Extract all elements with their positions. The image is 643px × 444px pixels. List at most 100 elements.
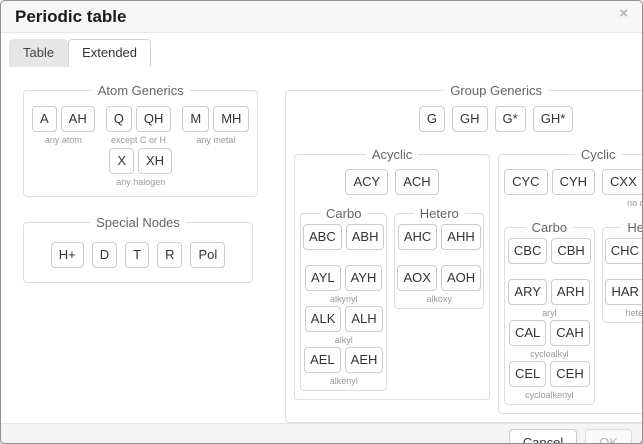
button-cxx[interactable]: CXX [602, 169, 643, 195]
button-xh[interactable]: XH [138, 148, 172, 174]
button-ayl[interactable]: AYL [305, 265, 341, 291]
button-group: CYC CYH [504, 169, 595, 209]
group-generics-fieldset: Group Generics G GH G* GH* Acyclic ACY A… [285, 83, 643, 423]
dialog-content: Atom Generics A AH any atom Q QH [1, 67, 642, 423]
button-cbh[interactable]: CBH [551, 238, 590, 264]
acyclic-carbo-legend: Carbo [320, 206, 367, 221]
button-cah[interactable]: CAH [550, 320, 589, 346]
button-acy[interactable]: ACY [345, 169, 388, 195]
dialog-footer: Cancel OK [1, 423, 642, 444]
group-caption: any metal [196, 135, 235, 146]
close-icon[interactable]: × [619, 7, 628, 21]
button-ahh[interactable]: AHH [441, 224, 480, 250]
acyclic-carbo-groups: ABC ABH AYL AYH [303, 224, 384, 388]
cyclic-fieldset: Cyclic CYC CYH CXX [498, 147, 643, 414]
special-nodes-fieldset: Special Nodes H+ D T R Pol [23, 215, 253, 283]
cyclic-hetero-legend: Hetero [621, 220, 643, 235]
button-ceh[interactable]: CEH [550, 361, 589, 387]
button-chc[interactable]: CHC [605, 238, 643, 264]
button-har[interactable]: HAR [605, 279, 643, 305]
button-group: M MH any metal [182, 106, 249, 146]
cyclic-top-row: CYC CYH CXX CXH no carbon [504, 169, 643, 209]
button-r[interactable]: R [157, 242, 182, 268]
button-alh[interactable]: ALH [345, 306, 382, 332]
atom-generics-legend: Atom Generics [92, 83, 190, 98]
button-mh[interactable]: MH [213, 106, 249, 132]
group-caption: except C or H [111, 135, 166, 146]
button-pair: AYL AYH [305, 265, 382, 291]
left-column: Atom Generics A AH any atom Q QH [23, 83, 253, 423]
group-caption: no carbon [627, 198, 643, 209]
button-group: AYL AYH alkynyl [305, 265, 382, 305]
button-a[interactable]: A [32, 106, 57, 132]
acyclic-legend: Acyclic [366, 147, 418, 162]
button-t[interactable]: T [125, 242, 149, 268]
button-pair: AEL AEH [304, 347, 383, 373]
button-m[interactable]: M [182, 106, 209, 132]
button-d[interactable]: D [92, 242, 117, 268]
button-pair: Q QH [106, 106, 172, 132]
button-cel[interactable]: CEL [509, 361, 546, 387]
tab-extended[interactable]: Extended [68, 39, 151, 67]
group-caption: alkoxy [427, 294, 453, 305]
button-pair: CHC CHH [605, 238, 643, 264]
cyclic-legend: Cyclic [575, 147, 622, 162]
acyclic-hetero-legend: Hetero [414, 206, 465, 221]
button-aox[interactable]: AOX [397, 265, 436, 291]
button-x[interactable]: X [109, 148, 134, 174]
button-group: Q QH except C or H [106, 106, 172, 146]
cyclic-hetero-groups: CHC CHH HAR HAH [605, 238, 643, 320]
button-pair: CXX CXH [602, 169, 643, 195]
button-group: CBC CBH [508, 238, 591, 278]
button-ach[interactable]: ACH [395, 169, 438, 195]
acyclic-sub-row: Carbo ABC ABH [300, 206, 484, 391]
button-cal[interactable]: CAL [509, 320, 546, 346]
button-g[interactable]: G [419, 106, 445, 132]
group-caption: cycloalkyl [530, 349, 569, 360]
button-pair: CYC CYH [504, 169, 595, 195]
button-ael[interactable]: AEL [304, 347, 341, 373]
button-aeh[interactable]: AEH [345, 347, 384, 373]
button-group: AHC AHH [398, 224, 481, 264]
button-pair: CEL CEH [509, 361, 590, 387]
button-ahc[interactable]: AHC [398, 224, 437, 250]
button-pol[interactable]: Pol [190, 242, 225, 268]
button-qh[interactable]: QH [136, 106, 172, 132]
button-ah[interactable]: AH [61, 106, 95, 132]
group-generics-top-row: G GH G* GH* [294, 106, 643, 132]
cancel-button[interactable]: Cancel [509, 429, 577, 444]
button-group: X XH any halogen [109, 148, 172, 188]
group-caption: any halogen [116, 177, 165, 188]
button-ayh[interactable]: AYH [345, 265, 383, 291]
atom-generics-row-1: A AH any atom Q QH except C or H [32, 106, 249, 146]
group-caption: any atom [45, 135, 82, 146]
periodic-table-dialog: Periodic table × Table Extended Atom Gen… [0, 0, 643, 444]
button-group: CAL CAH cycloalkyl [509, 320, 590, 360]
group-caption: alkenyl [330, 376, 358, 387]
button-pair: CBC CBH [508, 238, 591, 264]
button-cyh[interactable]: CYH [552, 169, 595, 195]
button-aoh[interactable]: AOH [441, 265, 481, 291]
button-gh[interactable]: GH [452, 106, 488, 132]
right-column: Group Generics G GH G* GH* Acyclic ACY A… [285, 83, 623, 423]
tab-table[interactable]: Table [9, 39, 68, 67]
atom-generics-fieldset: Atom Generics A AH any atom Q QH [23, 83, 258, 197]
button-cbc[interactable]: CBC [508, 238, 547, 264]
button-group: CEL CEH cycloalkenyl [509, 361, 590, 401]
cyclic-sub-row: Carbo CBC CBH [504, 220, 643, 405]
button-arh[interactable]: ARH [551, 279, 590, 305]
cyclic-carbo-fieldset: Carbo CBC CBH [504, 220, 595, 405]
button-alk[interactable]: ALK [305, 306, 342, 332]
button-abh[interactable]: ABH [346, 224, 385, 250]
button-gh-star[interactable]: GH* [533, 106, 574, 132]
button-group: ALK ALH alkyl [305, 306, 383, 346]
button-q[interactable]: Q [106, 106, 132, 132]
button-cyc[interactable]: CYC [504, 169, 547, 195]
button-g-star[interactable]: G* [495, 106, 526, 132]
button-h-plus[interactable]: H+ [51, 242, 84, 268]
special-nodes-row: H+ D T R Pol [32, 242, 244, 268]
button-group: CXX CXH no carbon [602, 169, 643, 209]
button-ary[interactable]: ARY [508, 279, 547, 305]
button-abc[interactable]: ABC [303, 224, 342, 250]
ok-button[interactable]: OK [585, 429, 632, 444]
